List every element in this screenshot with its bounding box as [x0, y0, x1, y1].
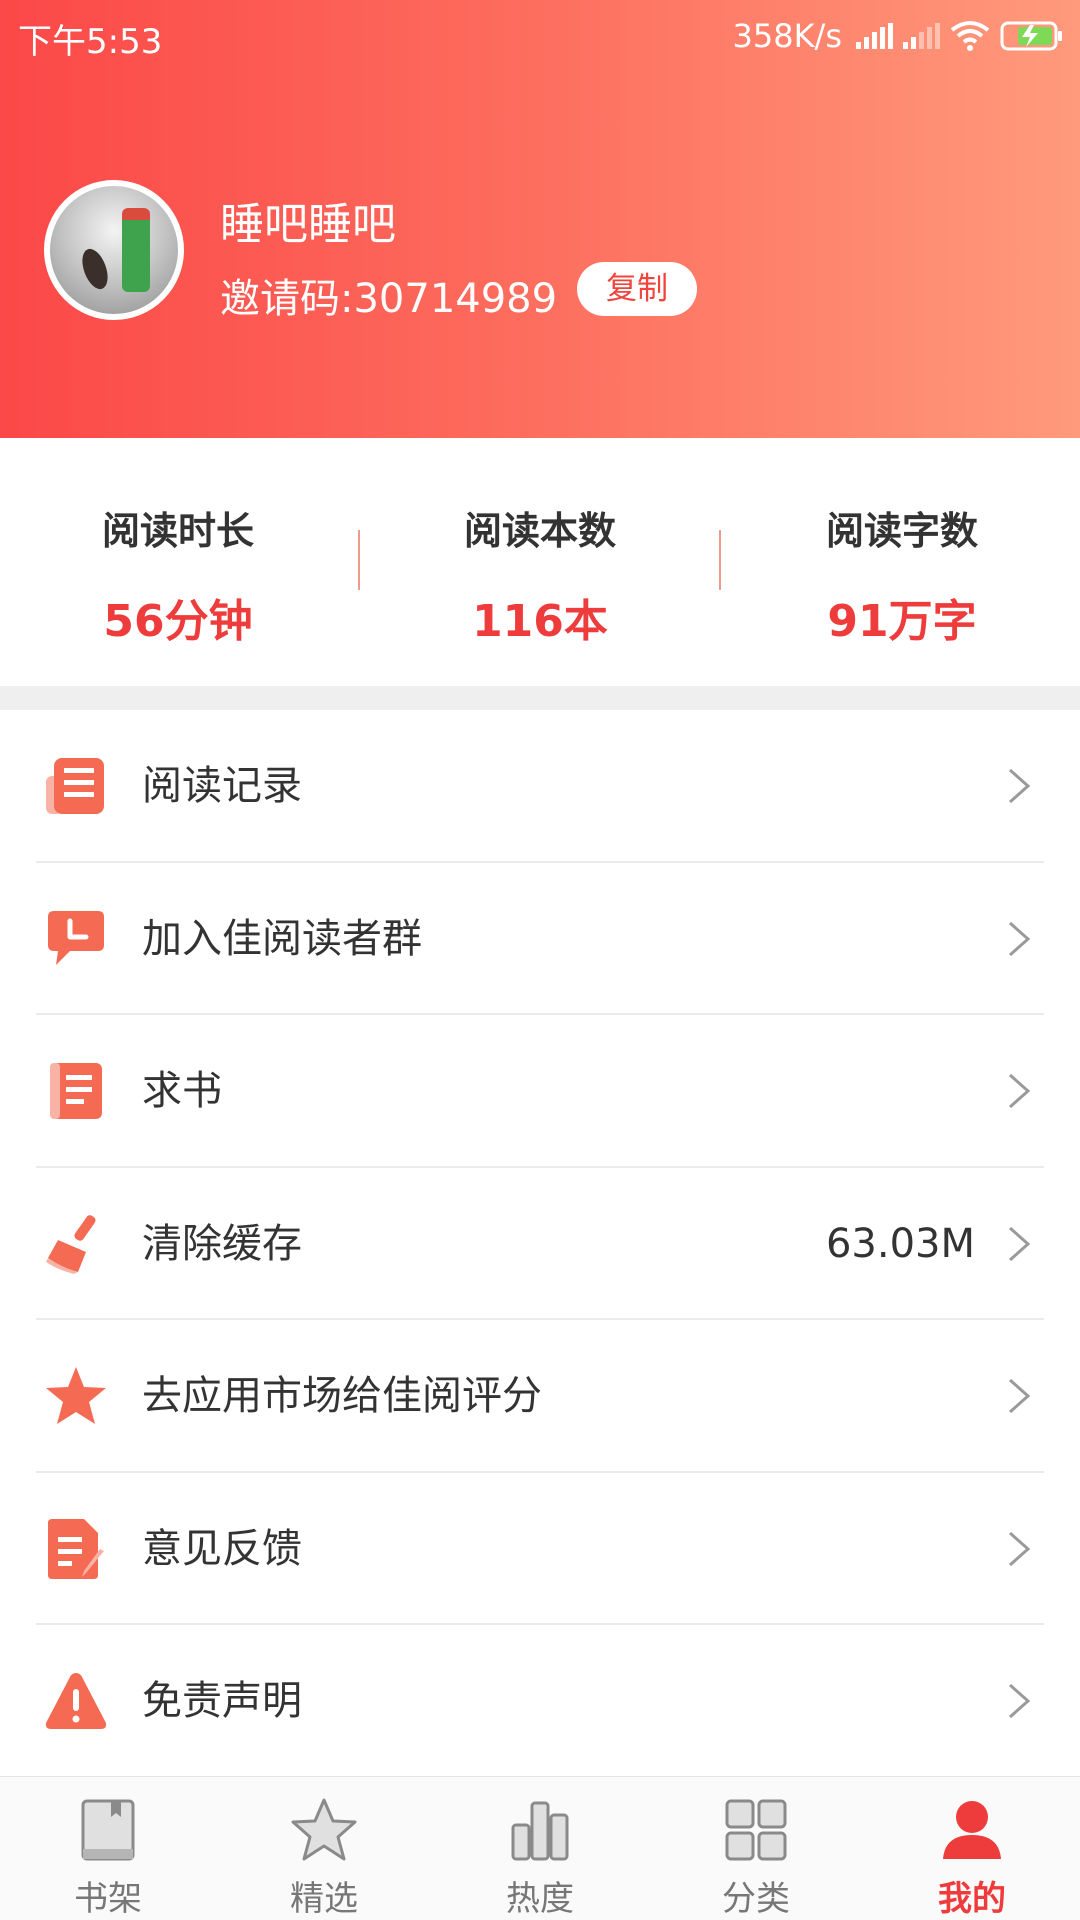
stat-divider: [719, 530, 721, 590]
reading-record-icon: [46, 758, 104, 814]
chevron-right-icon: [1009, 921, 1031, 956]
stat-divider: [358, 530, 360, 590]
menu-label: 免责声明: [142, 1678, 302, 1724]
star-outline-icon: [291, 1798, 357, 1861]
grid-icon: [725, 1799, 787, 1861]
user-name: 睡吧睡吧: [220, 199, 396, 250]
settings-menu: 阅读记录 加入佳阅读者群 求书 清除缓存 63.03M 去应用市场给佳阅评分 意…: [0, 710, 1080, 1778]
reading-stats: 阅读时长 56分钟 阅读本数 116本 阅读字数 91万字: [0, 438, 1080, 686]
status-bar: 下午5:53 358K/s: [0, 0, 1080, 72]
menu-item-reading-record[interactable]: 阅读记录: [0, 710, 1080, 863]
stat-label: 阅读时长: [101, 509, 254, 553]
stat-value: 116本: [472, 596, 608, 647]
signal-icon: [903, 23, 940, 49]
copy-button[interactable]: 复制: [577, 262, 697, 316]
feedback-icon: [48, 1518, 104, 1579]
person-icon: [943, 1801, 1001, 1859]
tab-mine[interactable]: 我的: [864, 1777, 1080, 1920]
chat-clock-icon: [48, 910, 104, 965]
cache-size: 63.03M: [825, 1220, 975, 1267]
menu-label: 求书: [142, 1068, 222, 1114]
status-time: 下午5:53: [18, 22, 163, 62]
broom-icon: [46, 1214, 96, 1274]
star-icon: [46, 1367, 106, 1424]
stat-label: 阅读字数: [825, 509, 978, 553]
stat-reading-time: 阅读时长 56分钟: [28, 500, 328, 649]
stat-book-count: 阅读本数 116本: [390, 500, 690, 649]
profile-header: 下午5:53 358K/s 睡吧睡吧 邀请码:30714989 复制: [0, 0, 1080, 438]
menu-label: 去应用市场给佳阅评分: [142, 1373, 542, 1419]
chevron-right-icon: [1009, 1531, 1031, 1566]
menu-label: 清除缓存: [142, 1220, 302, 1267]
warning-icon: [45, 1673, 107, 1729]
battery-charging-icon: [1000, 21, 1062, 51]
chevron-right-icon: [1009, 1226, 1031, 1261]
chevron-right-icon: [1009, 1683, 1031, 1719]
stat-value: 91万字: [827, 596, 977, 647]
tab-popular[interactable]: 热度: [432, 1777, 648, 1920]
menu-item-clear-cache[interactable]: 清除缓存 63.03M: [0, 1168, 1080, 1320]
avatar[interactable]: [44, 180, 184, 320]
tab-label: 书架: [74, 1879, 142, 1919]
tab-label: 分类: [722, 1879, 790, 1919]
stat-value: 56分钟: [103, 596, 253, 647]
signal-icon: [856, 23, 893, 49]
menu-item-feedback[interactable]: 意见反馈: [0, 1473, 1080, 1625]
tab-label: 热度: [506, 1879, 574, 1919]
network-speed: 358K/s: [732, 17, 842, 55]
menu-label: 加入佳阅读者群: [142, 915, 422, 962]
menu-item-book-request[interactable]: 求书: [0, 1015, 1080, 1168]
menu-label: 意见反馈: [142, 1525, 302, 1572]
menu-item-join-group[interactable]: 加入佳阅读者群: [0, 863, 1080, 1015]
menu-label: 阅读记录: [142, 763, 302, 809]
bookshelf-icon: [81, 1799, 135, 1861]
tab-label: 精选: [290, 1879, 358, 1919]
book-request-icon: [50, 1063, 102, 1119]
stat-label: 阅读本数: [463, 509, 616, 553]
stat-word-count: 阅读字数 91万字: [752, 500, 1052, 649]
chevron-right-icon: [1009, 1378, 1031, 1414]
menu-item-disclaimer[interactable]: 免责声明: [0, 1625, 1080, 1778]
section-gap: [0, 686, 1080, 710]
tab-label: 我的: [938, 1879, 1006, 1919]
bar-chart-icon: [511, 1801, 569, 1861]
invite-code: 邀请码:30714989: [220, 276, 558, 322]
tab-category[interactable]: 分类: [648, 1777, 864, 1920]
wifi-icon: [950, 21, 990, 51]
chevron-right-icon: [1009, 1073, 1031, 1109]
status-icons: 358K/s: [732, 14, 1064, 58]
tab-featured[interactable]: 精选: [216, 1777, 432, 1920]
tab-bookshelf[interactable]: 书架: [0, 1777, 216, 1920]
bottom-tab-bar: 书架 精选 热度 分类 我的: [0, 1776, 1080, 1920]
menu-item-rate-app[interactable]: 去应用市场给佳阅评分: [0, 1320, 1080, 1473]
chevron-right-icon: [1009, 768, 1031, 804]
